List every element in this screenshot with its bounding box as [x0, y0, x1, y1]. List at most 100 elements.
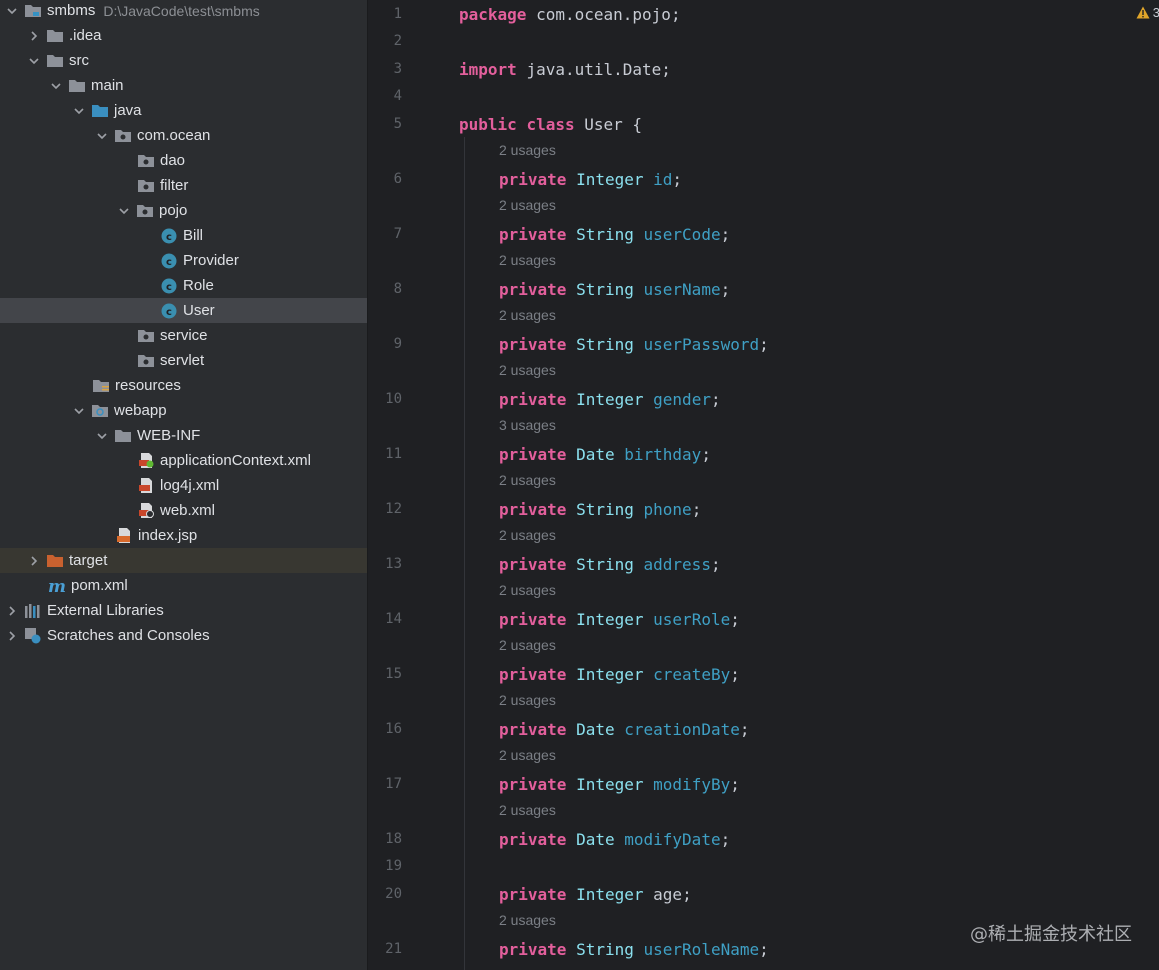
tree-item-external-libraries[interactable]: External Libraries — [0, 598, 367, 623]
tree-item-filter[interactable]: filter — [0, 173, 367, 198]
tree-item-dao[interactable]: dao — [0, 148, 367, 173]
tree-item-label: java — [114, 102, 142, 119]
tree-item-pojo[interactable]: pojo — [0, 198, 367, 223]
usages-hint[interactable]: 2 usages — [499, 197, 556, 213]
code-text: private Date birthday; — [499, 444, 711, 464]
tree-item-webapp[interactable]: webapp — [0, 398, 367, 423]
chevron-down-icon[interactable] — [26, 53, 42, 69]
tree-item-pom[interactable]: m pom.xml — [0, 573, 367, 598]
tree-item-label: resources — [115, 377, 181, 394]
tree-item-idea[interactable]: .idea — [0, 23, 367, 48]
code-line[interactable]: 10 private Integer gender; — [368, 386, 1159, 412]
keyword: class — [526, 114, 575, 134]
usages-hint[interactable]: 2 usages — [499, 747, 556, 763]
code-line[interactable]: 20 private Integer age; — [368, 881, 1159, 907]
usages-hint[interactable]: 2 usages — [499, 307, 556, 323]
svg-text:m: m — [48, 578, 66, 594]
code-text: private String userRoleName; — [499, 939, 769, 959]
code-line[interactable]: 9 private String userPassword; — [368, 331, 1159, 357]
tree-item-label: Role — [183, 277, 214, 294]
code-line[interactable]: 1 package com.ocean.pojo; — [368, 1, 1159, 27]
tree-item-web-inf[interactable]: WEB-INF — [0, 423, 367, 448]
usages-hint[interactable]: 3 usages — [499, 417, 556, 433]
tree-item-main[interactable]: main — [0, 73, 367, 98]
usages-hint[interactable]: 2 usages — [499, 692, 556, 708]
folder-icon — [114, 428, 132, 444]
usages-hint[interactable]: 2 usages — [499, 637, 556, 653]
code-line[interactable]: 18 private Date modifyDate; — [368, 826, 1159, 852]
tree-item-application-context[interactable]: applicationContext.xml — [0, 448, 367, 473]
usages-hint[interactable]: 2 usages — [499, 142, 556, 158]
chevron-down-icon[interactable] — [94, 428, 110, 444]
chevron-right-icon[interactable] — [4, 603, 20, 619]
usages-hint[interactable]: 2 usages — [499, 472, 556, 488]
field-name: userCode — [643, 224, 721, 244]
code-line[interactable]: 16 private Date creationDate; — [368, 716, 1159, 742]
code-line[interactable]: 12 private String phone; — [368, 496, 1159, 522]
code-line[interactable]: 6 private Integer id; — [368, 166, 1159, 192]
class-name: User — [584, 114, 623, 134]
tree-item-label: applicationContext.xml — [160, 452, 311, 469]
chevron-down-icon[interactable] — [94, 128, 110, 144]
package-icon — [137, 353, 155, 369]
code-text: package com.ocean.pojo; — [459, 4, 681, 24]
usages-hint[interactable]: 2 usages — [499, 582, 556, 598]
usages-hint[interactable]: 2 usages — [499, 527, 556, 543]
chevron-down-icon[interactable] — [71, 103, 87, 119]
tree-item-log4j[interactable]: log4j.xml — [0, 473, 367, 498]
package-icon — [137, 328, 155, 344]
code-line[interactable]: 13 private String address; — [368, 551, 1159, 577]
tree-item-index-jsp[interactable]: index.jsp — [0, 523, 367, 548]
chevron-down-icon[interactable] — [4, 3, 20, 19]
code-line[interactable]: 19 — [368, 853, 1159, 879]
scratches-icon — [24, 628, 42, 644]
project-tree[interactable]: smbms D:\JavaCode\test\smbms .idea src m… — [0, 0, 367, 970]
tree-item-label: smbms — [47, 2, 96, 19]
code-editor[interactable]: 3 1 package com.ocean.pojo; 2 3 import j… — [367, 0, 1159, 970]
code-line[interactable]: 15 private Integer createBy; — [368, 661, 1159, 687]
tree-item-bill[interactable]: c Bill — [0, 223, 367, 248]
tree-item-provider[interactable]: c Provider — [0, 248, 367, 273]
tree-item-label: .idea — [69, 27, 102, 44]
chevron-right-icon[interactable] — [26, 28, 42, 44]
code-line[interactable]: 2 — [368, 28, 1159, 54]
chevron-down-icon[interactable] — [116, 203, 132, 219]
chevron-right-icon[interactable] — [26, 553, 42, 569]
field-name: gender — [653, 389, 711, 409]
chevron-down-icon[interactable] — [71, 403, 87, 419]
tree-item-label: index.jsp — [138, 527, 198, 544]
usages-hint[interactable]: 2 usages — [499, 362, 556, 378]
code-line[interactable]: 11 private Date birthday; — [368, 441, 1159, 467]
tree-item-web-xml[interactable]: web.xml — [0, 498, 367, 523]
tree-item-resources[interactable]: resources — [0, 373, 367, 398]
tree-item-java[interactable]: java — [0, 98, 367, 123]
tree-item-role[interactable]: c Role — [0, 273, 367, 298]
code-line[interactable]: 4 — [368, 83, 1159, 109]
code-line[interactable]: 8 private String userName; — [368, 276, 1159, 302]
chevron-right-icon[interactable] — [4, 628, 20, 644]
tree-item-label: Provider — [183, 252, 239, 269]
code-text: import java.util.Date; — [459, 59, 671, 79]
tree-item-scratches[interactable]: Scratches and Consoles — [0, 623, 367, 648]
tree-item-service[interactable]: service — [0, 323, 367, 348]
code-line[interactable]: 17 private Integer modifyBy; — [368, 771, 1159, 797]
code-line[interactable]: 7 private String userCode; — [368, 221, 1159, 247]
usages-hint[interactable]: 2 usages — [499, 802, 556, 818]
tree-item-servlet[interactable]: servlet — [0, 348, 367, 373]
xml-file-icon — [137, 453, 155, 469]
usages-hint[interactable]: 2 usages — [499, 252, 556, 268]
excluded-folder-icon — [46, 553, 64, 569]
tree-item-smbms[interactable]: smbms D:\JavaCode\test\smbms — [0, 0, 367, 23]
code-line[interactable]: 14 private Integer userRole; — [368, 606, 1159, 632]
line-number: 3 — [393, 61, 402, 77]
jsp-file-icon — [115, 528, 133, 544]
keyword: private — [499, 499, 567, 519]
usages-hint[interactable]: 2 usages — [499, 912, 556, 928]
chevron-down-icon[interactable] — [48, 78, 64, 94]
tree-item-user[interactable]: c User — [0, 298, 367, 323]
tree-item-target[interactable]: target — [0, 548, 367, 573]
tree-item-src[interactable]: src — [0, 48, 367, 73]
code-line[interactable]: 3 import java.util.Date; — [368, 56, 1159, 82]
code-line[interactable]: 5 public class User { — [368, 111, 1159, 137]
tree-item-com-ocean[interactable]: com.ocean — [0, 123, 367, 148]
